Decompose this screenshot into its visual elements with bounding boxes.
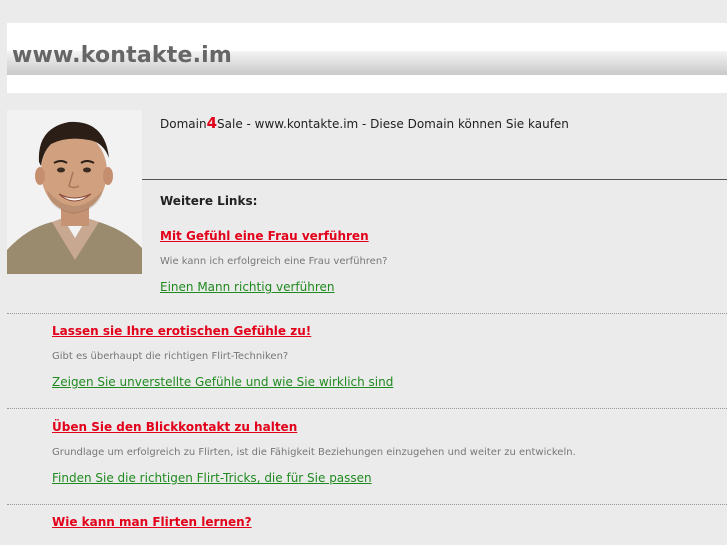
block-2-title-link[interactable]: Üben Sie den Blickkontakt zu halten [52,420,297,434]
block-2-green-link[interactable]: Finden Sie die richtigen Flirt-Tricks, d… [52,471,372,485]
man-portrait-photo [7,110,142,274]
block-1-green-link[interactable]: Zeigen Sie unverstellte Gefühle und wie … [52,375,393,389]
site-title: www.kontakte.im [12,43,232,68]
dotted-divider [7,504,727,505]
domain-sale-text: Domain4Sale - www.kontakte.im - Diese Do… [160,114,569,132]
site-header: www.kontakte.im [7,23,727,93]
top-block-description: Wie kann ich erfolgreich eine Frau verfü… [160,256,388,267]
block-2-description: Grundlage um erfolgreich zu Flirten, ist… [52,447,576,458]
block-3-title-link[interactable]: Wie kann man Flirten lernen? [52,515,252,529]
block-1-title-link[interactable]: Lassen sie Ihre erotischen Gefühle zu! [52,324,311,338]
sale-four: 4 [206,114,218,132]
more-links-heading: Weitere Links: [160,194,258,208]
block-1-description: Gibt es überhaupt die richtigen Flirt-Te… [52,351,289,362]
top-block-title-link[interactable]: Mit Gefühl eine Frau verführen [160,229,369,243]
section-divider [142,179,727,180]
sale-suffix: Sale - www.kontakte.im - Diese Domain kö… [217,117,569,131]
dotted-divider [7,313,727,314]
top-block-green-link[interactable]: Einen Mann richtig verführen [160,280,335,294]
sale-prefix: Domain [160,117,207,131]
dotted-divider [7,408,727,409]
